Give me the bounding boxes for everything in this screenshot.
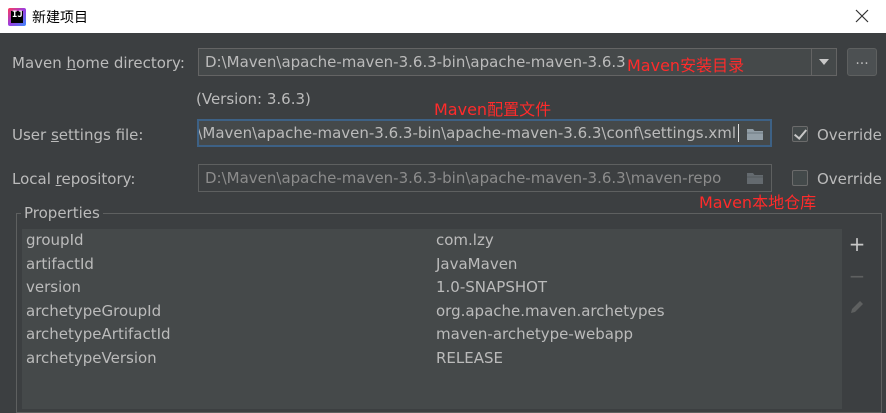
close-icon: [855, 9, 869, 23]
plus-icon: +: [848, 232, 866, 256]
user-settings-value: D:\Maven\apache-maven-3.6.3-bin\apache-m…: [197, 124, 736, 142]
local-repo-input[interactable]: D:\Maven\apache-maven-3.6.3-bin\apache-m…: [198, 164, 772, 192]
text-caret: [738, 124, 739, 142]
property-key: archetypeArtifactId: [26, 325, 171, 343]
window-title: 新建项目: [32, 9, 88, 26]
maven-home-label: Maven home directory:: [12, 54, 185, 72]
property-value: com.lzy: [436, 231, 494, 249]
pencil-icon: [851, 301, 863, 313]
property-key: artifactId: [26, 254, 94, 273]
properties-table[interactable]: groupId com.lzy artifactId JavaMaven ver…: [22, 229, 842, 409]
property-key: version: [26, 278, 81, 296]
user-settings-override-label: Override: [817, 126, 882, 144]
user-settings-label: User settings file:: [12, 126, 144, 144]
annotation-maven-home: Maven安装目录: [627, 56, 745, 75]
table-row[interactable]: artifactId JavaMaven: [22, 253, 842, 277]
local-repo-override-checkbox[interactable]: [792, 170, 808, 186]
user-settings-input[interactable]: D:\Maven\apache-maven-3.6.3-bin\apache-m…: [197, 119, 772, 147]
property-key: archetypeVersion: [26, 348, 157, 367]
property-key: groupId: [26, 231, 84, 249]
local-repo-override-label: Override: [817, 170, 882, 188]
maven-home-dropdown[interactable]: [811, 48, 837, 76]
table-row[interactable]: archetypeVersion RELEASE: [22, 347, 842, 371]
title-bar: IJ 新建项目: [0, 0, 886, 33]
property-value: RELEASE: [436, 348, 503, 367]
property-key: archetypeGroupId: [26, 301, 162, 320]
chevron-down-icon: [819, 59, 829, 65]
table-row[interactable]: archetypeGroupId org.apache.maven.archet…: [22, 300, 842, 324]
annotation-settings: Maven配置文件: [434, 100, 552, 119]
edit-property-button[interactable]: [848, 299, 866, 317]
add-property-button[interactable]: +: [848, 232, 866, 256]
annotation-local-repo: Maven本地仓库: [699, 193, 817, 212]
maven-version-label: (Version: 3.6.3): [196, 90, 311, 108]
folder-icon[interactable]: [746, 127, 764, 141]
table-row[interactable]: groupId com.lzy: [22, 229, 842, 253]
local-repo-value: D:\Maven\apache-maven-3.6.3-bin\apache-m…: [205, 169, 722, 187]
property-value: maven-archetype-webapp: [436, 325, 634, 343]
remove-property-button[interactable]: −: [848, 264, 866, 288]
property-value: org.apache.maven.archetypes: [436, 301, 665, 320]
property-value: JavaMaven: [436, 254, 518, 273]
intellij-app-icon: IJ: [8, 7, 26, 26]
maven-home-value: D:\Maven\apache-maven-3.6.3-bin\apache-m…: [205, 53, 626, 71]
minus-icon: −: [848, 264, 866, 288]
properties-title: Properties: [21, 204, 103, 222]
maven-home-browse-button[interactable]: ...: [847, 48, 877, 76]
local-repo-label: Local repository:: [12, 170, 136, 188]
table-row[interactable]: version 1.0-SNAPSHOT: [22, 276, 842, 300]
close-button[interactable]: [852, 6, 872, 26]
user-settings-override-checkbox[interactable]: [792, 126, 808, 142]
table-row[interactable]: archetypeArtifactId maven-archetype-weba…: [22, 323, 842, 347]
property-value: 1.0-SNAPSHOT: [436, 278, 548, 296]
folder-icon[interactable]: [746, 171, 764, 185]
